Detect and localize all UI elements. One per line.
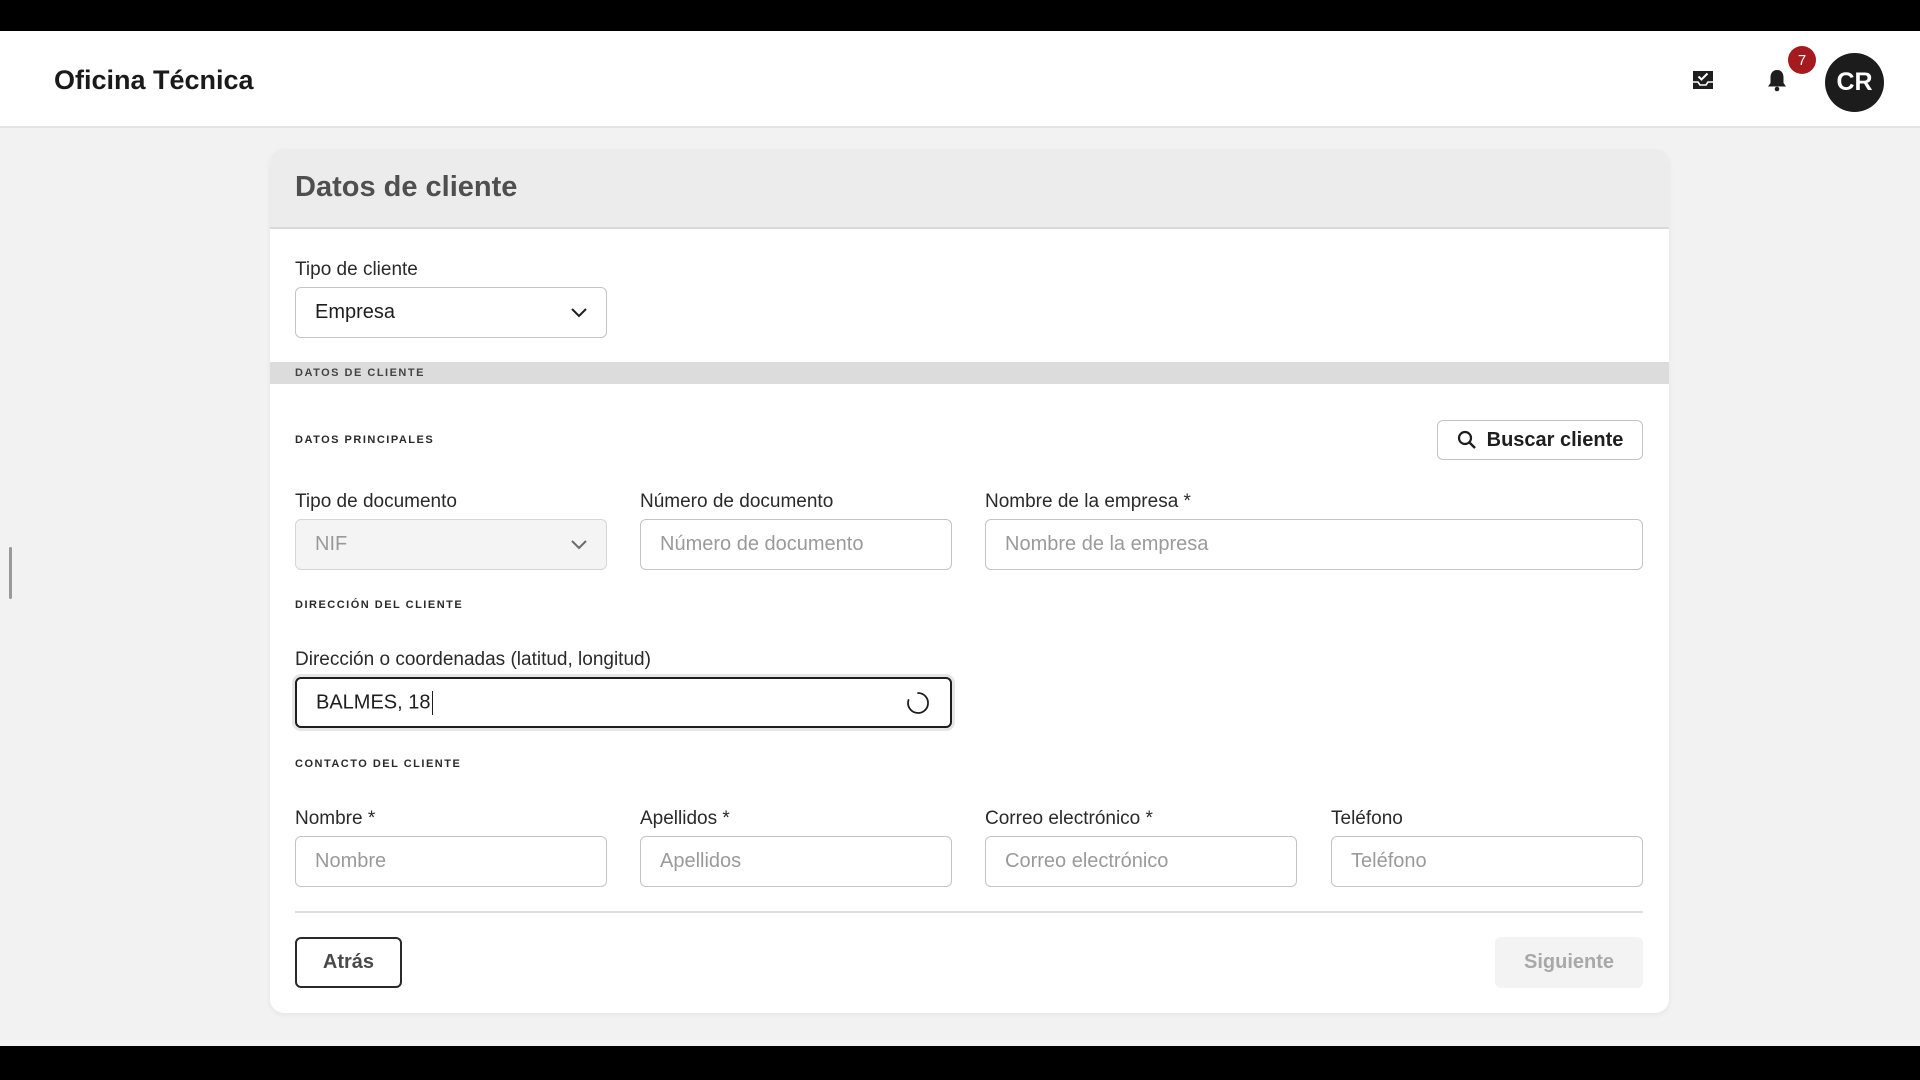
address-value: BALMES, 18 — [316, 690, 431, 713]
notification-badge: 7 — [1788, 46, 1816, 74]
first-name-label: Nombre * — [295, 808, 376, 829]
loading-spinner-icon — [907, 691, 929, 714]
chevron-down-icon — [571, 307, 587, 317]
search-icon — [1457, 430, 1476, 449]
email-label: Correo electrónico * — [985, 808, 1153, 829]
doc-type-value: NIF — [315, 533, 348, 555]
first-name-input[interactable] — [295, 836, 607, 887]
company-name-input[interactable] — [985, 519, 1643, 570]
side-drawer-handle[interactable] — [9, 547, 12, 599]
last-name-label: Apellidos * — [640, 808, 730, 829]
main-data-section-title: DATOS PRINCIPALES — [295, 434, 435, 446]
address-input[interactable]: BALMES, 18 — [295, 677, 952, 728]
client-form-card: Datos de cliente Tipo de cliente Empresa… — [270, 149, 1669, 1013]
form-divider — [295, 911, 1643, 913]
phone-input[interactable] — [1331, 836, 1643, 887]
client-type-value: Empresa — [315, 301, 396, 323]
client-type-label: Tipo de cliente — [295, 259, 418, 280]
doc-number-input[interactable] — [640, 519, 952, 570]
next-button[interactable]: Siguiente — [1495, 937, 1643, 988]
company-name-label: Nombre de la empresa * — [985, 491, 1191, 512]
search-client-label: Buscar cliente — [1486, 428, 1624, 451]
bell-icon[interactable] — [1762, 65, 1792, 95]
address-section-title: DIRECCIÓN DEL CLIENTE — [295, 599, 464, 611]
doc-type-label: Tipo de documento — [295, 491, 457, 512]
address-label: Dirección o coordenadas (latitud, longit… — [295, 649, 651, 670]
user-avatar[interactable]: CR — [1825, 53, 1884, 112]
search-client-button[interactable]: Buscar cliente — [1437, 420, 1643, 460]
last-name-input[interactable] — [640, 836, 952, 887]
band-title: DATOS DE CLIENTE — [295, 367, 425, 379]
page-title: Datos de cliente — [295, 171, 518, 203]
back-button[interactable]: Atrás — [295, 937, 402, 988]
doc-type-select: NIF — [295, 519, 607, 570]
phone-label: Teléfono — [1331, 808, 1403, 829]
client-type-select[interactable]: Empresa — [295, 287, 607, 338]
text-caret — [431, 690, 434, 715]
card-header: Datos de cliente — [270, 149, 1669, 229]
top-bar: Oficina Técnica 7 CR — [0, 31, 1920, 128]
inbox-check-icon[interactable] — [1688, 65, 1718, 95]
contact-section-title: CONTACTO DEL CLIENTE — [295, 758, 462, 770]
chevron-down-icon — [571, 539, 587, 549]
app-screen: Oficina Técnica 7 CR Datos de cliente Ti… — [0, 31, 1920, 1046]
doc-number-label: Número de documento — [640, 491, 834, 512]
client-data-band: DATOS DE CLIENTE — [270, 362, 1669, 384]
app-title: Oficina Técnica — [54, 65, 254, 95]
email-input[interactable] — [985, 836, 1297, 887]
